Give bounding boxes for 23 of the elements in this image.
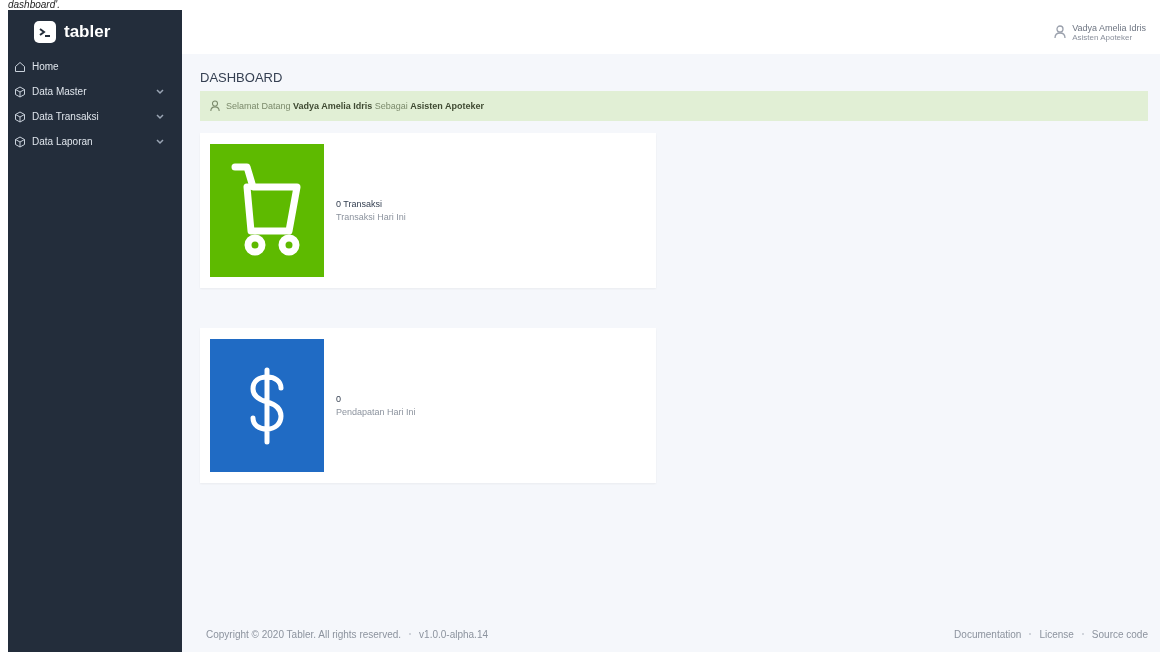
box-icon <box>14 85 26 98</box>
stat-label: Transaksi Hari Ini <box>336 212 406 222</box>
stat-label: Pendapatan Hari Ini <box>336 407 416 417</box>
sidebar-item[interactable]: Home <box>8 54 182 79</box>
sidebar-item[interactable]: Data Laporan <box>8 129 182 154</box>
user-role: Asisten Apoteker <box>1072 32 1134 42</box>
welcome-text: Selamat Datang Vadya Amelia Idris Sebagai Asisten Apoteker <box>226 101 484 111</box>
logo-icon <box>34 21 56 43</box>
home-icon <box>14 60 26 73</box>
box-icon <box>14 135 26 148</box>
sidebar-item[interactable]: Data Master <box>8 79 182 104</box>
sidebar-item[interactable]: Data Transaksi <box>8 104 182 129</box>
user-name[interactable]: Vadya Amelia Idris <box>1072 22 1146 33</box>
user-icon[interactable] <box>1054 25 1067 39</box>
caption-text: dashboard'. <box>8 0 60 10</box>
stat-value: 0 Transaksi <box>336 199 384 209</box>
user-icon <box>210 100 220 112</box>
brand-name[interactable]: tabler <box>64 22 111 42</box>
footer-text: v1.0.0-alpha.14 <box>419 628 489 640</box>
box-icon <box>14 110 26 123</box>
footer-text: Copyright © 2020 Tabler. All rights reserved. <box>206 628 402 640</box>
page-title: DASHBOARD <box>200 70 284 85</box>
stat-value: 0 <box>336 394 342 404</box>
